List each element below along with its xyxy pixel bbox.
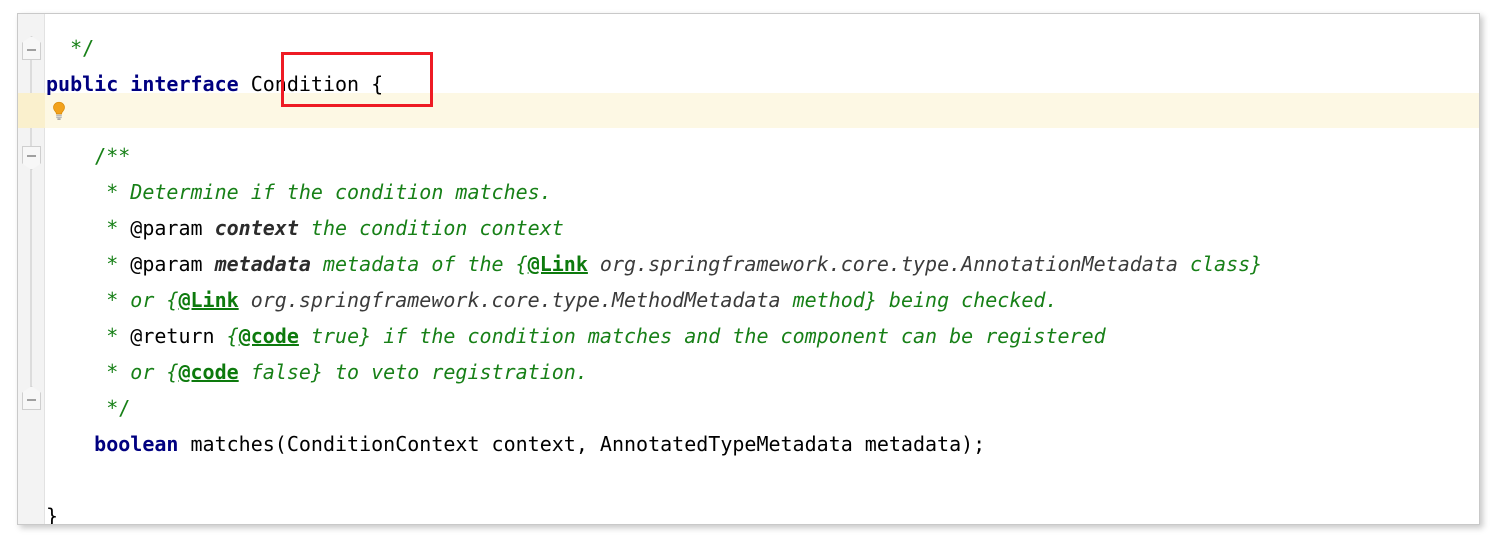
code-token: { — [515, 252, 528, 276]
code-token: class} — [1189, 252, 1263, 276]
code-token: } — [46, 504, 59, 525]
code-token: @Link — [178, 288, 239, 312]
line-javadoc-link-methodmetadata: * or {@Link org.springframework.core.typ… — [46, 282, 1057, 318]
code-token: or — [130, 288, 167, 312]
code-token: public interface — [46, 72, 239, 96]
minus-icon — [27, 155, 36, 157]
code-token: @code — [178, 360, 239, 384]
code-token: Condition { — [238, 72, 384, 96]
code-token: * — [46, 180, 131, 204]
code-token: org.springframework.core.type.MethodMeta… — [238, 288, 793, 312]
line-javadoc-close: */ — [46, 390, 130, 426]
line-javadoc-return: * @return {@code true} if the condition … — [46, 318, 1106, 354]
code-token: true} if the condition matches and the c… — [298, 324, 1106, 348]
line-javadoc-open: /** — [46, 138, 130, 174]
line-comment-close: */ — [46, 30, 94, 66]
code-token: { — [166, 288, 179, 312]
line-javadoc-param-context: * @param context the condition context — [46, 210, 564, 246]
minus-icon — [27, 399, 36, 401]
code-token: */ — [46, 36, 95, 60]
line-javadoc-description: * Determine if the condition matches. — [46, 174, 552, 210]
editor-gutter[interactable] — [18, 14, 45, 524]
code-token: Determine if the condition matches. — [130, 180, 552, 204]
code-token: org.springframework.core.type.Annotation… — [587, 252, 1190, 276]
code-token: * — [46, 288, 131, 312]
code-token: { — [214, 324, 239, 348]
code-editor-panel[interactable]: */ public interface Condition { /** * Det… — [17, 13, 1480, 525]
code-token: context — [214, 216, 299, 240]
code-token: @return — [130, 324, 215, 348]
code-token: metadata — [214, 252, 311, 276]
code-token: boolean — [94, 432, 179, 456]
code-token: @param — [130, 252, 203, 276]
line-javadoc-return-continued: * or {@code false} to veto registration. — [46, 354, 588, 390]
code-token: matches(ConditionContext context, Annota… — [178, 432, 986, 456]
code-token: /** — [46, 144, 131, 168]
code-token: * — [46, 360, 131, 384]
code-token: metadata of the — [310, 252, 516, 276]
code-token: * — [46, 252, 131, 276]
code-token: @param — [130, 216, 203, 240]
code-token: * — [46, 324, 131, 348]
caret-line-gutter — [18, 93, 45, 128]
line-interface-declaration: public interface Condition { — [46, 66, 383, 102]
code-token: method} being checked. — [792, 288, 1058, 312]
line-javadoc-param-metadata: * @param metadata metadata of the {@Link… — [46, 246, 1262, 282]
line-method-signature: boolean matches(ConditionContext context… — [46, 426, 985, 462]
code-token: @code — [238, 324, 299, 348]
line-interface-close: } — [46, 498, 59, 525]
code-token: false} to veto registration. — [238, 360, 588, 384]
code-token: */ — [46, 396, 131, 420]
screenshot-root: */ public interface Condition { /** * Det… — [0, 0, 1498, 547]
code-token: or { — [130, 360, 179, 384]
code-token: @Link — [527, 252, 588, 276]
minus-icon — [27, 49, 36, 51]
code-token: * — [46, 216, 131, 240]
code-text-area[interactable]: */ public interface Condition { /** * Det… — [46, 14, 1479, 524]
code-token: the condition context — [298, 216, 564, 240]
